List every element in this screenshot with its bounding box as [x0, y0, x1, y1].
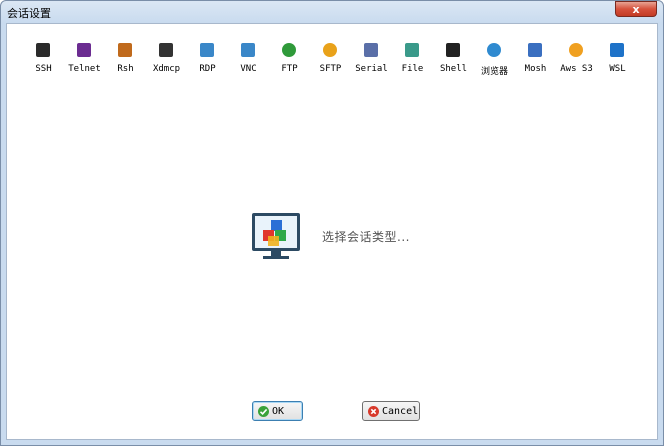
session-type-vnc[interactable]: VNC	[228, 40, 269, 80]
session-type-label: SFTP	[319, 64, 342, 74]
serial-plug-icon	[364, 43, 378, 57]
file-monitor-icon	[405, 43, 419, 57]
sftp-globe-icon	[323, 43, 337, 57]
session-type-label: 浏览器	[480, 67, 508, 77]
session-type-ftp[interactable]: FTP	[269, 40, 310, 80]
session-type-serial[interactable]: Serial	[351, 40, 392, 80]
ssh-wrench-icon	[36, 43, 50, 57]
session-type-file[interactable]: File	[392, 40, 433, 80]
session-type-aws-s3[interactable]: Aws S3	[556, 40, 597, 80]
cancel-label: Cancel	[382, 405, 419, 417]
shell-terminal-icon	[446, 43, 460, 57]
ok-label: OK	[272, 405, 285, 417]
session-type-label: WSL	[609, 64, 626, 74]
session-type-xdmcp[interactable]: Xdmcp	[146, 40, 187, 80]
window-title: 会话设置	[7, 7, 51, 20]
checkmark-icon	[258, 405, 269, 417]
session-type-label: FTP	[281, 64, 298, 74]
ok-button[interactable]: OK	[252, 401, 303, 421]
title-bar[interactable]: 会话设置 x	[1, 1, 663, 23]
session-type-label: Xdmcp	[152, 64, 181, 74]
session-type-telnet[interactable]: Telnet	[64, 40, 105, 80]
session-type-toolbar: SSH Telnet Rsh Xdmcp RDP VNC FTP SFTP Serial File…	[23, 40, 638, 80]
ftp-globe-icon	[282, 43, 296, 57]
session-type-wsl[interactable]: WSL	[597, 40, 638, 80]
browser-globe-icon	[487, 43, 501, 57]
rsh-icon	[118, 43, 132, 57]
vnc-monitor-icon	[241, 43, 255, 57]
session-type-label: Serial	[355, 64, 388, 74]
select-session-type-hint: 选择会话类型...	[322, 230, 410, 244]
session-type-label: File	[401, 64, 424, 74]
session-type-mosh[interactable]: Mosh	[515, 40, 556, 80]
session-type-label: Mosh	[524, 64, 547, 74]
session-type-label: RDP	[199, 64, 216, 74]
session-type-浏览器[interactable]: 浏览器	[474, 40, 515, 80]
aws-s3-icon	[569, 43, 583, 57]
session-type-label: Rsh	[117, 64, 134, 74]
rdp-monitor-icon	[200, 43, 214, 57]
dialog-body: SSH Telnet Rsh Xdmcp RDP VNC FTP SFTP Serial File…	[6, 23, 658, 440]
xdmcp-x-icon	[159, 43, 173, 57]
cancel-button[interactable]: Cancel	[362, 401, 420, 421]
session-type-rdp[interactable]: RDP	[187, 40, 228, 80]
session-type-label: Shell	[439, 64, 468, 74]
session-type-label: SSH	[35, 64, 52, 74]
session-type-label: VNC	[240, 64, 257, 74]
telnet-icon	[77, 43, 91, 57]
session-type-rsh[interactable]: Rsh	[105, 40, 146, 80]
mosh-satellite-icon	[528, 43, 542, 57]
session-types-monitor-icon	[252, 213, 300, 259]
close-button[interactable]: x	[615, 1, 657, 17]
wsl-windows-icon	[610, 43, 624, 57]
session-type-label: Aws S3	[560, 64, 593, 74]
session-type-shell[interactable]: Shell	[433, 40, 474, 80]
cancel-x-icon	[368, 405, 379, 417]
session-settings-window: 会话设置 x SSH Telnet Rsh Xdmcp RDP VNC FTP SFTP Ser…	[0, 0, 664, 446]
session-type-sftp[interactable]: SFTP	[310, 40, 351, 80]
session-type-label: Telnet	[68, 64, 101, 74]
session-type-ssh[interactable]: SSH	[23, 40, 64, 80]
